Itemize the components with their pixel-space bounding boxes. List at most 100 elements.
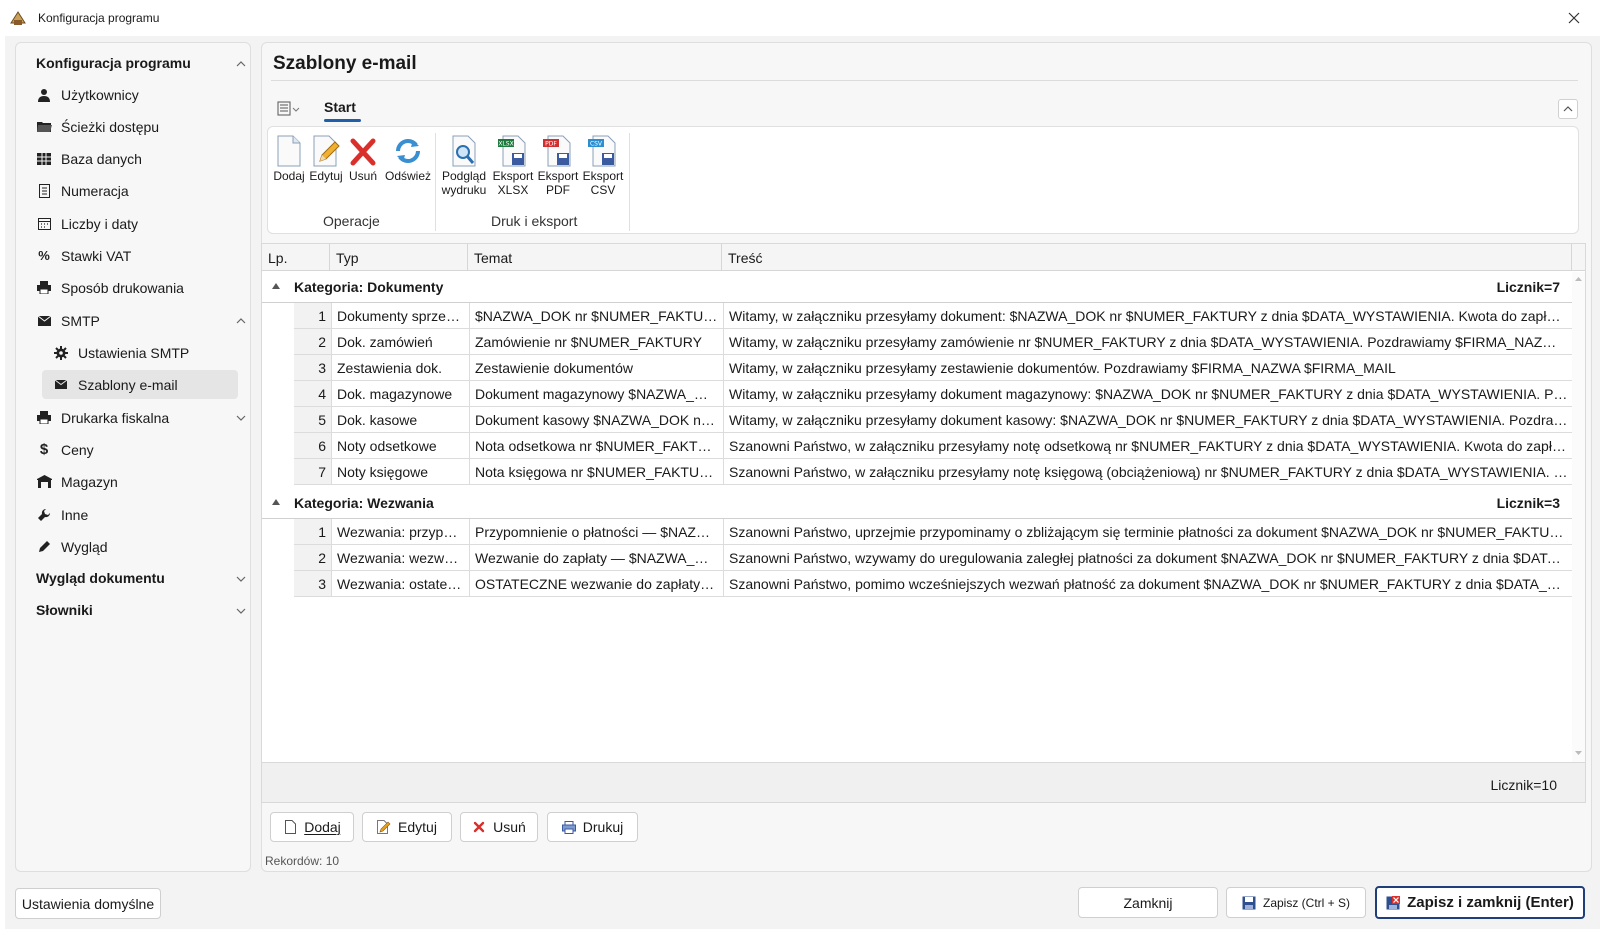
cell-type[interactable]: Wezwania: przypomnienie	[332, 519, 470, 545]
table-row[interactable]: 3 Zestawienia dok. Zestawienie dokumentów W…	[294, 355, 1579, 381]
category-group-row[interactable]: Kategoria: Wezwania Licznik=3	[262, 488, 1572, 519]
cell-type[interactable]: Noty odsetkowe	[332, 433, 470, 459]
cell-subject[interactable]: OSTATECZNE wezwanie do zapłaty — $NAZWA_…	[470, 571, 724, 597]
column-header-type[interactable]: Typ	[330, 244, 468, 271]
cell-body[interactable]: Witamy, w załączniku przesyłamy zestawie…	[724, 355, 1574, 381]
cell-type[interactable]: Dok. kasowe	[332, 407, 470, 433]
ribbon-export-csv-button[interactable]: CSV Eksport CSV	[582, 135, 624, 197]
sidebar-item-users[interactable]: Użytkownicy	[36, 80, 236, 109]
cell-lp[interactable]: 7	[294, 459, 332, 485]
cell-subject[interactable]: Dokument magazynowy $NAZWA_DOK nr $NUMER…	[470, 381, 724, 407]
chevron-down-icon[interactable]	[234, 572, 248, 586]
chevron-up-icon[interactable]	[234, 57, 248, 71]
table-row[interactable]: 1 Dokumenty sprzedaży $NAZWA_DOK nr $NUMER…	[294, 303, 1579, 329]
cell-body[interactable]: Szanowni Państwo, uprzejmie przypominamy…	[724, 519, 1574, 545]
cell-subject[interactable]: Przypomnienie o płatności — $NAZWA_DOK n…	[470, 519, 724, 545]
cell-lp[interactable]: 1	[294, 303, 332, 329]
vertical-scrollbar[interactable]	[1572, 272, 1585, 762]
cell-body[interactable]: Szanowni Państwo, pomimo wcześniejszych …	[724, 571, 1574, 597]
cell-body[interactable]: Szanowni Państwo, w załączniku przesyłam…	[724, 433, 1574, 459]
cell-subject[interactable]: Nota księgowa nr $NUMER_FAKTURY	[470, 459, 724, 485]
sidebar-item-numbers-dates[interactable]: Liczby i daty	[36, 209, 236, 238]
add-button[interactable]: Dodaj	[270, 812, 354, 842]
cell-subject[interactable]: $NAZWA_DOK nr $NUMER_FAKTURY	[470, 303, 724, 329]
cell-body[interactable]: Szanowni Państwo, wzywamy do uregulowani…	[724, 545, 1574, 571]
ribbon-print-preview-button[interactable]: Podgląd wydruku	[440, 135, 488, 197]
cell-lp[interactable]: 1	[294, 519, 332, 545]
tab-start[interactable]: Start	[324, 99, 356, 115]
table-row[interactable]: 6 Noty odsetkowe Nota odsetkowa nr $NUMER_…	[294, 433, 1579, 459]
cell-lp[interactable]: 5	[294, 407, 332, 433]
ribbon-export-xlsx-button[interactable]: XLSX Eksport XLSX	[492, 135, 534, 197]
sidebar-item-vat[interactable]: % Stawki VAT	[36, 241, 236, 270]
category-group-row[interactable]: Kategoria: Dokumenty Licznik=7	[262, 272, 1572, 303]
sidebar-group-dictionaries[interactable]: Słowniki	[36, 596, 93, 624]
cell-subject[interactable]: Wezwanie do zapłaty — $NAZWA_DOK nr $NUM…	[470, 545, 724, 571]
cell-lp[interactable]: 4	[294, 381, 332, 407]
save-and-close-button[interactable]: Zapisz i zamknij (Enter)	[1375, 886, 1585, 919]
cell-lp[interactable]: 6	[294, 433, 332, 459]
sidebar-item-other[interactable]: Inne	[36, 500, 236, 529]
table-row[interactable]: 7 Noty księgowe Nota księgowa nr $NUMER_FA…	[294, 459, 1579, 485]
sidebar-group-doc-appearance[interactable]: Wygląd dokumentu	[36, 564, 165, 592]
sidebar-item-appearance[interactable]: Wygląd	[36, 532, 236, 561]
sidebar-item-database[interactable]: Baza danych	[36, 144, 236, 173]
cell-type[interactable]: Wezwania: wezwanie	[332, 545, 470, 571]
cell-subject[interactable]: Zestawienie dokumentów	[470, 355, 724, 381]
table-row[interactable]: 2 Wezwania: wezwanie Wezwanie do zapłaty —…	[294, 545, 1579, 571]
sidebar-item-email-templates[interactable]: Szablony e-mail	[42, 370, 238, 399]
cell-body[interactable]: Witamy, w załączniku przesyłamy zamówien…	[724, 329, 1574, 355]
sidebar-item-smtp-settings[interactable]: Ustawienia SMTP	[53, 338, 236, 367]
ribbon-refresh-button[interactable]: Odśwież	[384, 135, 432, 183]
collapse-triangle-icon[interactable]	[272, 283, 280, 289]
save-button[interactable]: Zapisz (Ctrl + S)	[1226, 887, 1366, 918]
cell-body[interactable]: Szanowni Państwo, w załączniku przesyłam…	[724, 459, 1574, 485]
sidebar-item-numbering[interactable]: Numeracja	[36, 176, 236, 205]
sidebar-item-paths[interactable]: Ścieżki dostępu	[36, 112, 236, 141]
ribbon-delete-button[interactable]: Usuń	[347, 135, 379, 183]
cell-type[interactable]: Dok. magazynowe	[332, 381, 470, 407]
chevron-down-icon[interactable]	[234, 411, 248, 425]
table-row[interactable]: 2 Dok. zamówień Zamówienie nr $NUMER_FAKTU…	[294, 329, 1579, 355]
ribbon-collapse-button[interactable]	[1558, 99, 1578, 119]
sidebar-item-prices[interactable]: $ Ceny	[36, 435, 236, 464]
defaults-button[interactable]: Ustawienia domyślne	[15, 888, 161, 919]
ribbon-export-pdf-button[interactable]: PDF Eksport PDF	[537, 135, 579, 197]
close-window-button[interactable]	[1562, 8, 1586, 28]
close-button[interactable]: Zamknij	[1078, 887, 1218, 918]
edit-button[interactable]: Edytuj	[362, 812, 452, 842]
cell-type[interactable]: Dokumenty sprzedaży	[332, 303, 470, 329]
cell-body[interactable]: Witamy, w załączniku przesyłamy dokument…	[724, 303, 1574, 329]
print-button[interactable]: Drukuj	[547, 812, 638, 842]
table-row[interactable]: 1 Wezwania: przypomnienie Przypomnienie o …	[294, 519, 1579, 545]
column-header-subject[interactable]: Temat	[468, 244, 722, 271]
cell-subject[interactable]: Zamówienie nr $NUMER_FAKTURY	[470, 329, 724, 355]
cell-subject[interactable]: Nota odsetkowa nr $NUMER_FAKTURY	[470, 433, 724, 459]
ribbon-add-button[interactable]: Dodaj	[272, 135, 306, 183]
cell-subject[interactable]: Dokument kasowy $NAZWA_DOK nr $NUMER_FAK…	[470, 407, 724, 433]
cell-type[interactable]: Wezwania: ostateczne	[332, 571, 470, 597]
column-header-lp[interactable]: Lp.	[262, 244, 330, 271]
sidebar-item-warehouse[interactable]: Magazyn	[36, 467, 236, 496]
sidebar-item-fiscal-printer[interactable]: Drukarka fiskalna	[36, 403, 236, 432]
cell-body[interactable]: Witamy, w załączniku przesyłamy dokument…	[724, 407, 1574, 433]
ribbon-menu-icon[interactable]	[277, 100, 301, 118]
sidebar-item-printing[interactable]: Sposób drukowania	[36, 273, 236, 302]
ribbon-edit-button[interactable]: Edytuj	[308, 135, 344, 183]
column-header-body[interactable]: Treść	[722, 244, 1572, 271]
sidebar-group-config[interactable]: Konfiguracja programu	[36, 49, 191, 77]
cell-lp[interactable]: 2	[294, 545, 332, 571]
table-row[interactable]: 3 Wezwania: ostateczne OSTATECZNE wezwanie…	[294, 571, 1579, 597]
cell-type[interactable]: Zestawienia dok.	[332, 355, 470, 381]
cell-lp[interactable]: 3	[294, 571, 332, 597]
cell-type[interactable]: Dok. zamówień	[332, 329, 470, 355]
delete-button[interactable]: Usuń	[460, 812, 538, 842]
cell-lp[interactable]: 3	[294, 355, 332, 381]
chevron-up-icon[interactable]	[234, 314, 248, 328]
cell-lp[interactable]: 2	[294, 329, 332, 355]
table-row[interactable]: 5 Dok. kasowe Dokument kasowy $NAZWA_DOK n…	[294, 407, 1579, 433]
chevron-down-icon[interactable]	[234, 604, 248, 618]
table-row[interactable]: 4 Dok. magazynowe Dokument magazynowy $NAZ…	[294, 381, 1579, 407]
cell-type[interactable]: Noty księgowe	[332, 459, 470, 485]
sidebar-item-smtp[interactable]: SMTP	[36, 306, 236, 335]
